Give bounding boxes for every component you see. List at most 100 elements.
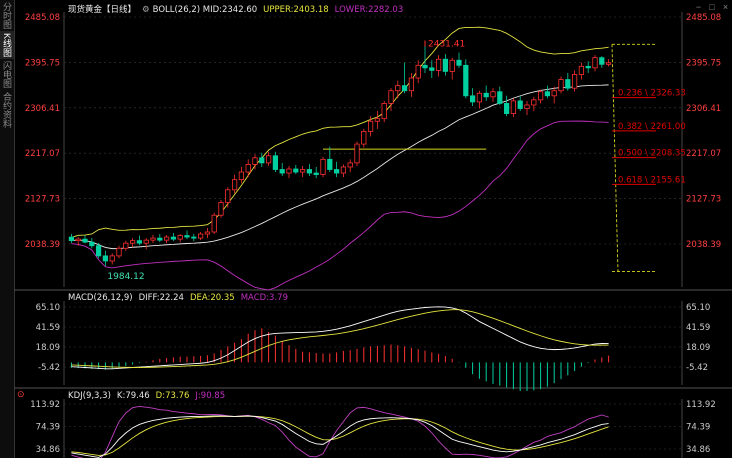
candle-body xyxy=(565,79,571,89)
macd-y-tick-left: 65.10 xyxy=(36,303,60,313)
candle-body xyxy=(524,104,530,109)
candle-body xyxy=(381,103,387,120)
candle-body xyxy=(320,158,326,175)
candle-body xyxy=(599,57,605,65)
chart-canvas[interactable]: 2485.08 2485.08 2395.75 2395.75 2306.41 2306.… xyxy=(0,0,732,458)
kdj-j-line xyxy=(71,406,609,458)
fib-level-label: 0.618 \ 2155.61 xyxy=(618,175,686,185)
candle-body xyxy=(408,77,415,92)
macd-y-tick-left: 18.09 xyxy=(36,343,60,353)
candle-body xyxy=(442,58,449,72)
candle-body xyxy=(354,143,360,164)
kdj-y-tick-left: 74.39 xyxy=(36,423,60,433)
macd-y-tick-right: 65.10 xyxy=(686,303,710,313)
candle-body xyxy=(89,241,95,247)
candle-body xyxy=(476,92,483,103)
kdj-y-tick-right: 74.39 xyxy=(686,423,710,433)
candle-body xyxy=(123,242,129,249)
candle-body xyxy=(68,236,75,242)
kdj-y-tick-right: 34.86 xyxy=(686,445,710,455)
macd-y-tick-right: -5.42 xyxy=(686,363,708,373)
low-price-label: 1984.12 xyxy=(107,272,144,282)
candle-body xyxy=(238,171,245,181)
macd-diff-line xyxy=(71,306,609,370)
y-tick-left: 2127.73 xyxy=(25,195,60,205)
candle-body xyxy=(571,74,578,89)
candle-body xyxy=(551,90,557,97)
candle-body xyxy=(129,240,136,244)
candle-body xyxy=(490,91,496,98)
candle-body xyxy=(197,233,204,239)
candle-body xyxy=(456,59,462,66)
fib-level-label: 0.236 \ 2326.33 xyxy=(618,89,686,99)
candle-body xyxy=(306,169,313,174)
fib-level-label: 0.382 \ 2261.00 xyxy=(618,122,686,132)
macd-y-tick-left: -5.42 xyxy=(38,363,60,373)
candle-body xyxy=(367,120,374,132)
chart-window: 分时图 K线图 闪电图 合约资料 − □ × 现货黄金【日线】 ⚙ BOLL(26,… xyxy=(0,0,732,458)
candle-body xyxy=(361,130,367,145)
candle-body xyxy=(177,235,183,240)
candle-body xyxy=(374,118,381,122)
candle-body xyxy=(116,247,122,257)
y-tick-right: 2395.75 xyxy=(686,58,721,68)
candle-body xyxy=(469,95,476,103)
candle-body xyxy=(313,172,319,175)
candle-body xyxy=(150,237,156,241)
candle-body xyxy=(401,85,408,92)
candle-body xyxy=(265,155,272,164)
candle-body xyxy=(102,255,109,262)
y-tick-left: 2306.41 xyxy=(25,104,60,114)
candle-body xyxy=(204,231,211,235)
candle-body xyxy=(245,164,251,173)
candle-body xyxy=(136,240,143,244)
macd-dea-line xyxy=(71,309,609,368)
candle-body xyxy=(415,64,421,79)
y-tick-left: 2038.39 xyxy=(25,240,60,250)
candle-body xyxy=(347,162,353,168)
candle-body xyxy=(286,168,292,174)
kdj-d-line xyxy=(71,415,609,456)
candle-body xyxy=(537,91,544,101)
high-price-label: 2431.41 xyxy=(428,39,465,49)
candle-body xyxy=(463,64,469,97)
y-tick-right: 2485.08 xyxy=(686,13,721,23)
candle-body xyxy=(259,157,265,164)
candle-body xyxy=(293,168,299,173)
candle-body xyxy=(449,59,455,72)
candle-body xyxy=(211,214,217,233)
candle-body xyxy=(531,99,537,106)
y-tick-left: 2217.07 xyxy=(25,149,60,159)
y-tick-right: 2306.41 xyxy=(686,104,721,114)
candle-body xyxy=(252,157,258,165)
candle-body xyxy=(435,58,442,71)
kdj-y-tick-left: 113.92 xyxy=(30,400,60,410)
boll-upper-line xyxy=(71,26,609,239)
candle-body xyxy=(170,236,177,240)
y-tick-right: 2127.73 xyxy=(686,195,721,205)
candle-body xyxy=(544,91,551,97)
candle-body xyxy=(82,238,88,243)
boll-mid-line xyxy=(71,84,609,250)
candle-body xyxy=(299,169,306,173)
candle-body xyxy=(184,235,190,238)
macd-y-tick-left: 41.59 xyxy=(36,323,60,333)
candle-body xyxy=(191,236,197,239)
y-tick-left: 2395.75 xyxy=(25,58,60,68)
kdj-y-tick-left: 34.86 xyxy=(36,445,60,455)
macd-y-tick-right: 41.59 xyxy=(686,323,710,333)
kdj-y-tick-right: 113.92 xyxy=(686,400,716,410)
macd-y-tick-right: 18.09 xyxy=(686,343,710,353)
candle-body xyxy=(157,237,163,241)
candle-body xyxy=(225,189,231,203)
candle-body xyxy=(497,91,503,104)
y-tick-left: 2485.08 xyxy=(25,13,60,23)
candle-body xyxy=(279,169,285,174)
y-tick-right: 2038.39 xyxy=(686,240,721,250)
candle-body xyxy=(429,67,435,71)
y-tick-right: 2217.07 xyxy=(686,149,721,159)
candle-body xyxy=(218,202,224,216)
candle-body xyxy=(231,179,238,191)
candle-body xyxy=(333,169,340,174)
candle-body xyxy=(503,103,510,114)
